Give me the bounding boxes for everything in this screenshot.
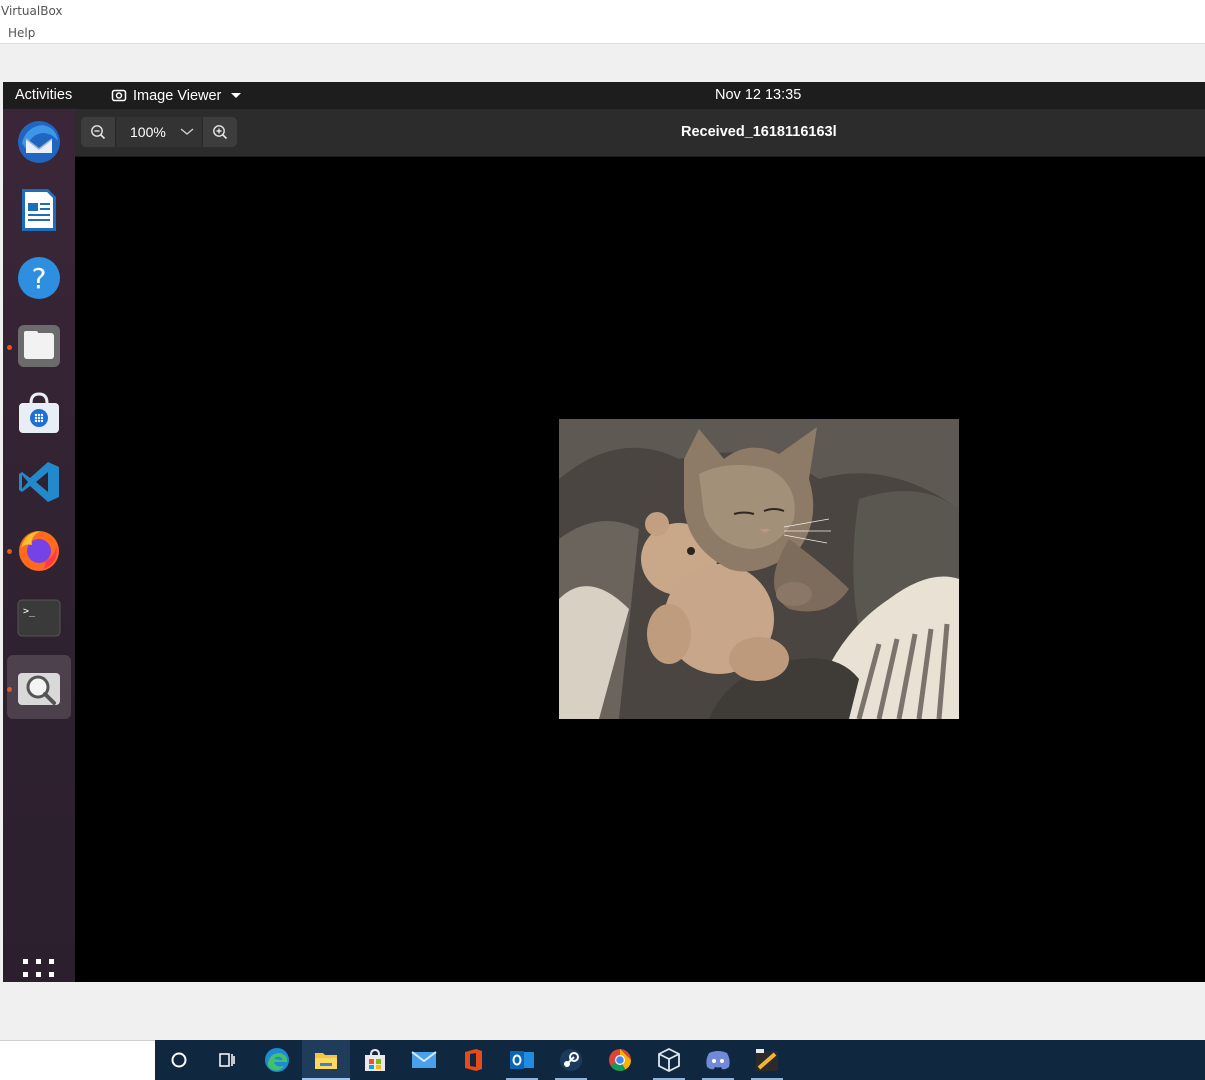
running-indicator	[7, 345, 12, 350]
image-canvas[interactable]	[75, 157, 1205, 982]
image-title: Received_1618116163l	[681, 124, 837, 140]
activities-button[interactable]: Activities	[15, 82, 72, 109]
gnome-top-bar: Activities Image Viewer Nov 12 13:35	[3, 82, 1205, 109]
software-store-icon	[19, 392, 59, 433]
dock-item-terminal[interactable]: >_	[3, 587, 75, 651]
dock-item-help[interactable]: ?	[3, 247, 75, 311]
image-viewer-small-icon	[111, 89, 127, 101]
zoom-level-dropdown[interactable]: 100%	[115, 117, 203, 147]
dock-item-image-viewer[interactable]	[3, 655, 75, 721]
task-view-icon	[219, 1053, 235, 1067]
svg-text:>_: >_	[23, 606, 36, 617]
taskbar-chrome[interactable]	[596, 1040, 644, 1080]
taskbar-file-explorer[interactable]	[302, 1040, 350, 1080]
windows-taskbar	[155, 1040, 1205, 1080]
dock-item-files[interactable]	[3, 315, 75, 379]
dock-item-vscode[interactable]	[3, 451, 75, 515]
windows-search-area[interactable]	[0, 1040, 155, 1080]
taskbar-discord[interactable]	[694, 1040, 742, 1080]
taskbar-office[interactable]	[449, 1040, 497, 1080]
image-viewer-header: 100% Received_1618116163l	[75, 109, 1205, 157]
image-viewer-icon	[18, 673, 60, 705]
taskbar-virtualbox[interactable]	[645, 1040, 693, 1080]
running-indicator	[7, 549, 12, 554]
guest-screen: Activities Image Viewer Nov 12 13:35 ? >…	[3, 82, 1205, 982]
dock-item-thunderbird[interactable]	[3, 111, 75, 175]
host-status-area	[0, 982, 1205, 1040]
taskbar-search-button[interactable]	[155, 1040, 203, 1080]
zoom-level: 100%	[130, 124, 166, 140]
dock-item-firefox[interactable]	[3, 519, 75, 583]
store-icon	[365, 1048, 385, 1071]
search-circle-icon	[171, 1052, 187, 1068]
chevron-down-icon	[180, 128, 194, 135]
terminal-icon: >_	[17, 599, 61, 637]
virtualbox-title-bar: VirtualBox	[0, 0, 1205, 22]
mail-icon	[411, 1051, 437, 1068]
taskbar-store[interactable]	[351, 1040, 399, 1080]
apps-grid-icon[interactable]	[23, 959, 55, 982]
help-icon: ?	[18, 257, 60, 299]
file-explorer-icon	[315, 1053, 337, 1069]
zoom-controls: 100%	[81, 117, 237, 147]
chrome-icon	[609, 1049, 631, 1071]
discord-icon	[706, 1051, 730, 1070]
libreoffice-writer-icon	[22, 189, 56, 231]
zoom-out-icon	[91, 125, 106, 140]
window-title: VirtualBox	[1, 4, 63, 18]
taskbar-mail[interactable]	[400, 1040, 448, 1080]
running-indicator	[7, 687, 12, 692]
taskbar-edge[interactable]	[253, 1040, 301, 1080]
taskbar-app[interactable]	[743, 1040, 791, 1080]
dock-item-writer[interactable]	[3, 179, 75, 243]
thunderbird-icon	[18, 121, 60, 163]
steam-icon	[560, 1049, 582, 1071]
app-menu[interactable]: Image Viewer	[111, 82, 242, 109]
zoom-in-button[interactable]	[203, 117, 237, 147]
vscode-icon	[19, 462, 59, 502]
app-menu-label: Image Viewer	[133, 87, 222, 104]
outlook-icon	[510, 1051, 534, 1069]
svg-text:?: ?	[32, 262, 47, 295]
virtualbox-icon	[658, 1048, 680, 1072]
virtualbox-menu-bar: Help	[0, 22, 1205, 44]
caret-down-icon	[231, 93, 242, 98]
files-icon	[18, 325, 60, 367]
office-icon	[465, 1049, 482, 1071]
host-toolbar-area	[0, 44, 1205, 82]
clock[interactable]: Nov 12 13:35	[715, 82, 801, 109]
edge-icon	[265, 1048, 289, 1072]
kitten-with-teddy-bear-photo	[559, 419, 959, 719]
taskbar-steam[interactable]	[547, 1040, 595, 1080]
zoom-out-button[interactable]	[81, 117, 115, 147]
taskbar-outlook[interactable]	[498, 1040, 546, 1080]
dock: ? >_	[3, 109, 75, 982]
app-icon	[756, 1049, 778, 1071]
dock-item-software[interactable]	[3, 383, 75, 447]
menu-help[interactable]: Help	[0, 26, 35, 40]
taskbar-task-view-button[interactable]	[203, 1040, 251, 1080]
firefox-icon	[19, 531, 59, 571]
zoom-in-icon	[213, 125, 228, 140]
